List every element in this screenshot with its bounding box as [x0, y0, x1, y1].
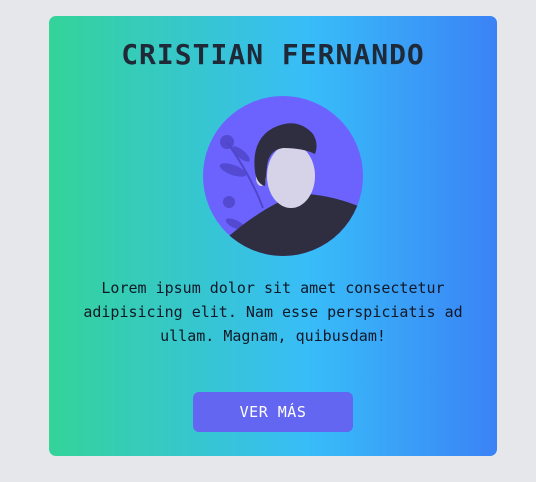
avatar	[203, 96, 363, 256]
see-more-button[interactable]: VER MÁS	[193, 392, 353, 432]
avatar-illustration-icon	[203, 96, 363, 256]
profile-name: CRISTIAN FERNANDO	[121, 38, 425, 71]
profile-bio: Lorem ipsum dolor sit amet consectetur a…	[83, 279, 463, 345]
profile-card: CRISTIAN FERNANDO Lorem ipsum dolor sit …	[49, 16, 497, 456]
